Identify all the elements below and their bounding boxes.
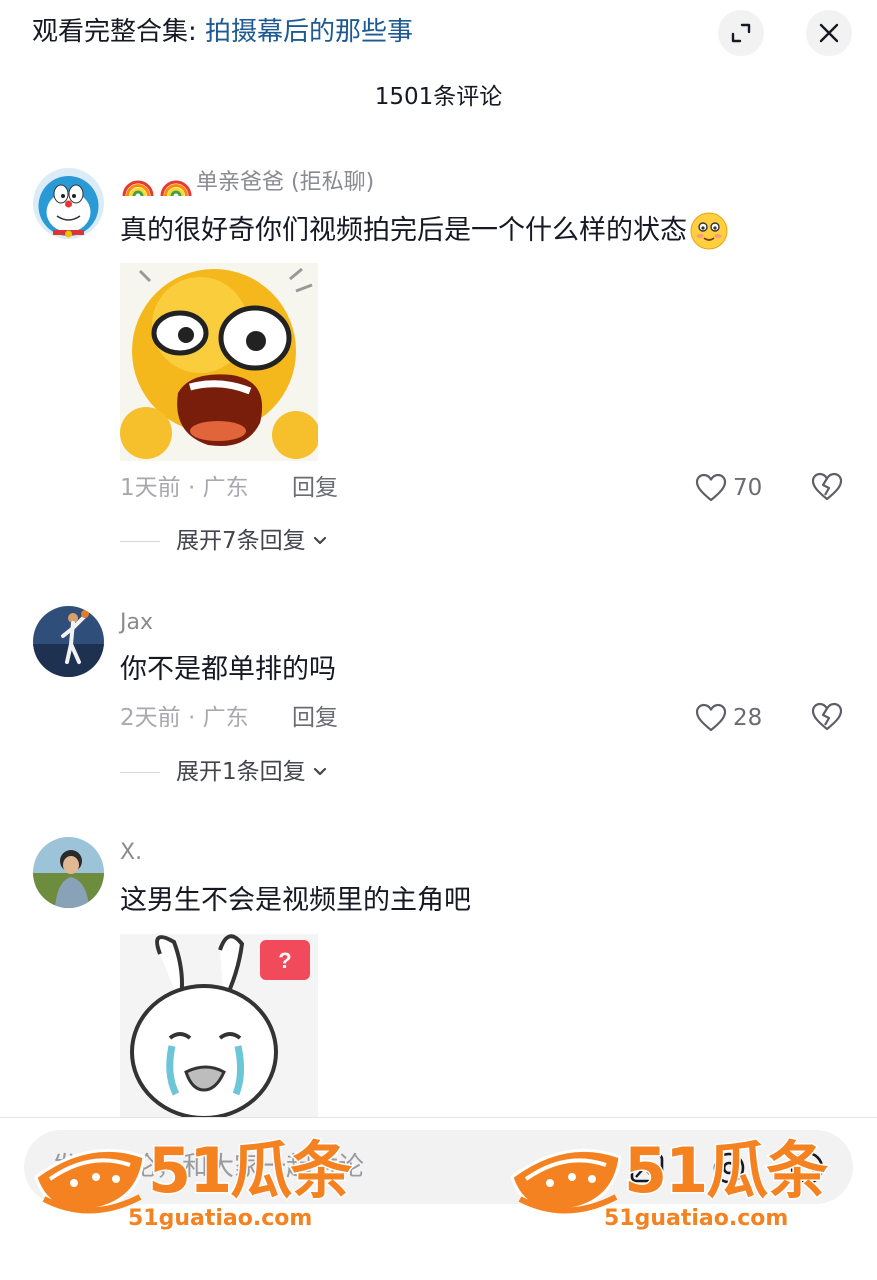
- broken-heart-icon: [811, 702, 843, 731]
- expand-replies-button[interactable]: 展开1条回复: [120, 756, 328, 788]
- watermark-brand: 51瓜条: [622, 1133, 829, 1208]
- comment-text: 这男生不会是视频里的主角吧: [120, 885, 471, 916]
- close-button[interactable]: [806, 10, 852, 56]
- chevron-down-icon: [313, 767, 326, 776]
- comment-text: 真的很好奇你们视频拍完后是一个什么样的状态: [120, 215, 687, 246]
- reply-button[interactable]: 回复: [292, 702, 338, 734]
- divider-line: [120, 771, 160, 773]
- comment-text: 你不是都单排的吗: [120, 654, 336, 685]
- like-count: 70: [733, 475, 763, 501]
- username[interactable]: X.: [120, 838, 142, 868]
- username[interactable]: Jax: [120, 608, 153, 638]
- username[interactable]: 单亲爸爸 (拒私聊): [120, 168, 374, 198]
- expand-replies-label: 展开7条回复: [176, 528, 306, 554]
- collection-prefix: 观看完整合集:: [32, 17, 206, 47]
- collection-banner[interactable]: 观看完整合集: 拍摄幕后的那些事: [32, 14, 413, 50]
- avatar[interactable]: [33, 606, 104, 677]
- like-button[interactable]: 70: [695, 472, 762, 504]
- watermark-brand: 51瓜条: [146, 1133, 353, 1208]
- blushing-face-emoji-icon: [690, 212, 728, 250]
- rainbow-emoji-icon: [122, 180, 192, 197]
- chevron-down-icon: [313, 536, 326, 545]
- expand-replies-label: 展开1条回复: [176, 759, 306, 785]
- like-button[interactable]: 28: [695, 702, 762, 734]
- comment-panel-header: 观看完整合集: 拍摄幕后的那些事: [0, 0, 877, 70]
- like-count: 28: [733, 705, 763, 731]
- dislike-button[interactable]: [810, 471, 844, 507]
- comment-text-row: 真的很好奇你们视频拍完后是一个什么样的状态: [120, 211, 729, 251]
- dislike-button[interactable]: [810, 701, 844, 737]
- comment-time-location: 1天前 · 广东: [120, 475, 249, 501]
- sticker-badge: ?: [278, 948, 291, 973]
- heart-icon: [695, 473, 727, 502]
- divider-line: [120, 540, 160, 542]
- expand-icon: [731, 23, 751, 43]
- expand-button[interactable]: [718, 10, 764, 56]
- watermark-site: 51guatiao.com: [604, 1206, 789, 1231]
- expand-replies-button[interactable]: 展开7条回复: [120, 525, 328, 557]
- avatar[interactable]: [33, 168, 104, 239]
- comment-sticker[interactable]: ?: [120, 934, 318, 1120]
- watermark-logo: 51瓜条 51guatiao.com: [506, 1133, 851, 1235]
- comment-count: 1501条评论: [374, 84, 503, 110]
- close-icon: [819, 23, 839, 43]
- reply-button[interactable]: 回复: [292, 472, 338, 504]
- heart-icon: [695, 703, 727, 732]
- broken-heart-icon: [811, 472, 843, 501]
- comment-time-location: 2天前 · 广东: [120, 705, 249, 731]
- avatar[interactable]: [33, 837, 104, 908]
- comment-sticker[interactable]: [120, 263, 318, 461]
- watermark-site: 51guatiao.com: [128, 1206, 313, 1231]
- username-text: 单亲爸爸 (拒私聊): [196, 170, 375, 195]
- watermark-logo: 51瓜条 51guatiao.com: [30, 1133, 375, 1235]
- collection-title-link[interactable]: 拍摄幕后的那些事: [205, 17, 413, 47]
